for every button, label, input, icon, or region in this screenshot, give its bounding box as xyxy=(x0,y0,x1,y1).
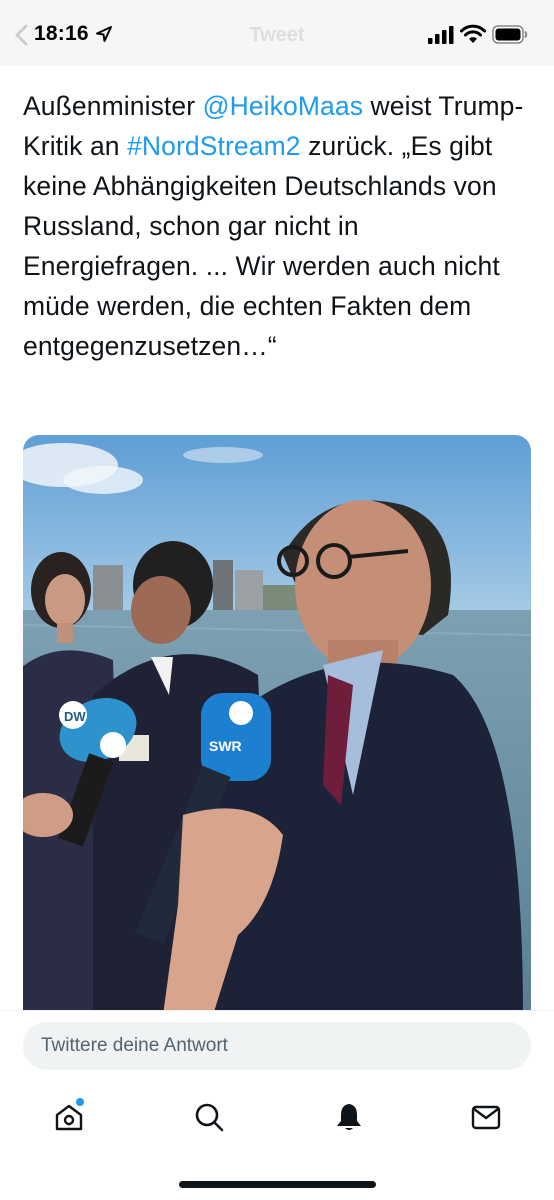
mention-link[interactable]: @HeikoMaas xyxy=(203,91,363,121)
status-time: 18:16 xyxy=(34,22,89,45)
status-bar: Tweet 18:16 xyxy=(0,0,554,66)
swr-mic-label: SWR xyxy=(209,738,242,754)
cellular-signal-icon xyxy=(428,26,454,44)
search-icon xyxy=(195,1103,224,1132)
tab-notifications[interactable] xyxy=(329,1097,369,1137)
location-arrow-icon xyxy=(96,26,112,42)
battery-icon xyxy=(492,25,528,44)
tab-search[interactable] xyxy=(189,1097,229,1137)
wifi-icon xyxy=(460,24,486,43)
new-content-dot xyxy=(76,1098,84,1106)
home-indicator[interactable] xyxy=(179,1181,376,1188)
dw-mic-label: DW xyxy=(64,709,86,724)
reply-input[interactable] xyxy=(23,1022,531,1070)
tweet-text-segment: Außenminister xyxy=(23,91,203,121)
messages-icon xyxy=(471,1105,501,1130)
tab-messages[interactable] xyxy=(466,1097,506,1137)
tab-home[interactable] xyxy=(49,1097,89,1137)
tweet-text-segment: zurück. „Es gibt keine Abhängigkeiten De… xyxy=(23,131,500,361)
notifications-icon xyxy=(337,1104,361,1130)
tweet-photo[interactable]: DW SWR xyxy=(23,435,531,1015)
hashtag-link[interactable]: #NordStream2 xyxy=(127,131,301,161)
photo-illustration: DW SWR xyxy=(23,435,531,1015)
tweet-text: Außenminister @HeikoMaas weist Trump-Kri… xyxy=(23,86,538,366)
